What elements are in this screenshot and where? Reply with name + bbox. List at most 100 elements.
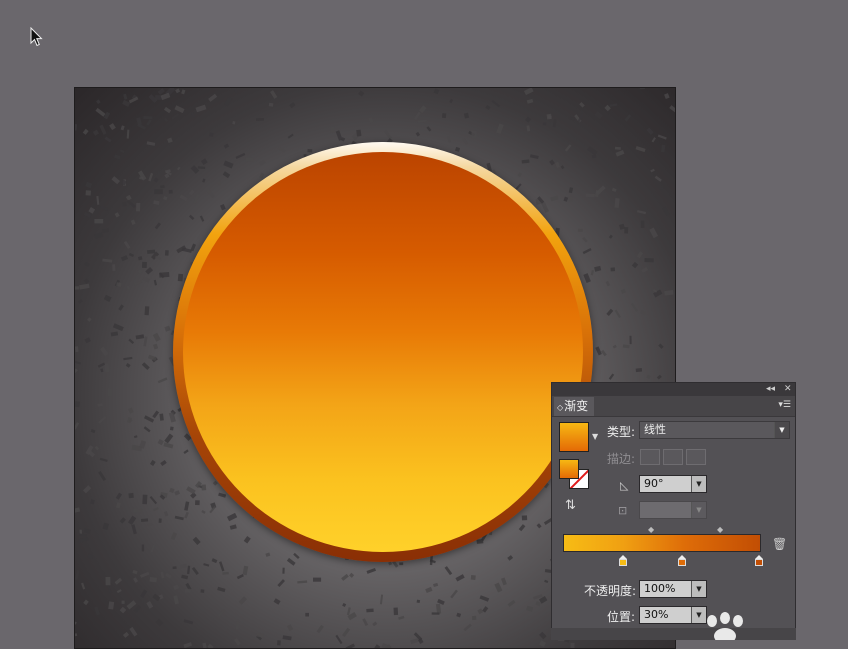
speckle bbox=[148, 173, 153, 182]
speckle bbox=[163, 442, 173, 448]
speckle bbox=[568, 196, 572, 201]
type-select[interactable]: 线性 ▼ bbox=[639, 421, 790, 439]
location-label: 位置: bbox=[607, 608, 635, 625]
speckle bbox=[138, 256, 143, 260]
chevron-down-icon[interactable]: ▼ bbox=[691, 476, 706, 492]
delete-stop-icon[interactable]: 🗑 bbox=[772, 537, 787, 551]
speckle bbox=[637, 251, 643, 258]
gradient-swatch[interactable] bbox=[559, 422, 589, 452]
location-input[interactable]: 30% ▼ bbox=[639, 606, 707, 624]
reverse-gradient-icon[interactable]: ⇅ bbox=[565, 498, 576, 513]
speckle bbox=[196, 105, 207, 113]
gradient-stop[interactable] bbox=[678, 555, 686, 566]
midpoint-marker[interactable]: ◆ bbox=[648, 525, 654, 534]
speckle bbox=[118, 304, 124, 310]
speckle bbox=[543, 123, 546, 126]
speckle bbox=[108, 389, 113, 397]
speckle bbox=[149, 577, 157, 583]
stroke-label: 描边: bbox=[607, 450, 635, 467]
speckle bbox=[178, 274, 183, 282]
speckle bbox=[160, 572, 164, 579]
speckle bbox=[494, 583, 502, 593]
speckle bbox=[98, 471, 106, 481]
speckle bbox=[153, 333, 161, 342]
speckle bbox=[207, 644, 213, 648]
speckle bbox=[146, 601, 153, 609]
speckle bbox=[615, 310, 621, 318]
fill-swatch[interactable] bbox=[559, 459, 579, 479]
type-select-value: 线性 bbox=[644, 423, 666, 436]
aspect-ratio-input: ▼ bbox=[639, 501, 707, 519]
speckle bbox=[113, 323, 124, 331]
speckle bbox=[99, 125, 106, 135]
speckle bbox=[606, 309, 613, 316]
speckle bbox=[206, 189, 215, 198]
speckle bbox=[117, 589, 122, 593]
speckle bbox=[91, 429, 96, 433]
speckle bbox=[644, 258, 653, 262]
speckle bbox=[561, 165, 565, 169]
speckle bbox=[342, 603, 346, 607]
speckle bbox=[173, 584, 179, 590]
gradient-slider-bar[interactable] bbox=[563, 534, 761, 552]
speckle bbox=[658, 135, 667, 140]
speckle bbox=[664, 290, 673, 296]
speckle bbox=[637, 210, 646, 214]
midpoint-marker[interactable]: ◆ bbox=[717, 525, 723, 534]
speckle bbox=[657, 375, 662, 380]
chevron-down-icon[interactable]: ▼ bbox=[691, 581, 706, 597]
panel-menu-icon[interactable]: ▾☰ bbox=[778, 400, 791, 410]
speckle bbox=[594, 266, 601, 272]
speckle bbox=[287, 624, 293, 631]
speckle bbox=[436, 604, 441, 614]
tab-gradient[interactable]: ◇渐变 bbox=[554, 397, 594, 416]
speckle bbox=[471, 575, 476, 580]
angle-icon: ◺ bbox=[620, 479, 628, 492]
speckle bbox=[419, 105, 427, 113]
speckle bbox=[184, 501, 189, 510]
speckle bbox=[147, 141, 156, 146]
speckle bbox=[524, 88, 534, 95]
speckle bbox=[154, 178, 159, 183]
speckle bbox=[181, 89, 185, 94]
close-panel-button[interactable]: ✕ bbox=[784, 383, 792, 396]
speckle bbox=[641, 221, 645, 228]
speckle bbox=[349, 573, 354, 578]
stroke-within-button[interactable] bbox=[640, 449, 660, 465]
speckle bbox=[126, 363, 131, 368]
speckle bbox=[173, 595, 179, 604]
speckle bbox=[450, 590, 458, 599]
speckle bbox=[122, 202, 126, 207]
speckle bbox=[126, 195, 132, 201]
panel-tabbar: ◇渐变 ▾☰ bbox=[552, 396, 795, 417]
speckle bbox=[160, 460, 167, 466]
speckle bbox=[614, 198, 619, 208]
speckle bbox=[114, 154, 121, 159]
gradient-stop[interactable] bbox=[755, 555, 763, 566]
circle-gradient-fill[interactable] bbox=[183, 152, 583, 552]
speckle bbox=[380, 594, 383, 604]
speckle bbox=[564, 197, 569, 202]
swatch-dropdown-icon[interactable]: ▼ bbox=[592, 432, 598, 441]
angle-input[interactable]: 90° ▼ bbox=[639, 475, 707, 493]
gradient-stop[interactable] bbox=[619, 555, 627, 566]
speckle bbox=[583, 248, 592, 254]
stroke-across-button[interactable] bbox=[686, 449, 706, 465]
circle-outer-ring[interactable] bbox=[173, 142, 593, 562]
speckle bbox=[518, 172, 522, 177]
speckle bbox=[455, 574, 464, 581]
speckle bbox=[579, 102, 585, 108]
speckle bbox=[143, 116, 152, 119]
stroke-along-button[interactable] bbox=[663, 449, 683, 465]
speckle bbox=[154, 189, 163, 194]
speckle bbox=[646, 375, 650, 379]
speckle bbox=[116, 493, 122, 500]
collapse-panel-button[interactable]: ◂◂ bbox=[766, 383, 775, 396]
speckle bbox=[433, 583, 438, 587]
opacity-input[interactable]: 100% ▼ bbox=[639, 580, 707, 598]
speckle bbox=[287, 558, 296, 566]
panel-titlebar[interactable]: ◂◂ ✕ bbox=[552, 383, 795, 396]
speckle bbox=[464, 113, 469, 119]
speckle bbox=[640, 88, 645, 89]
speckle bbox=[124, 241, 131, 249]
